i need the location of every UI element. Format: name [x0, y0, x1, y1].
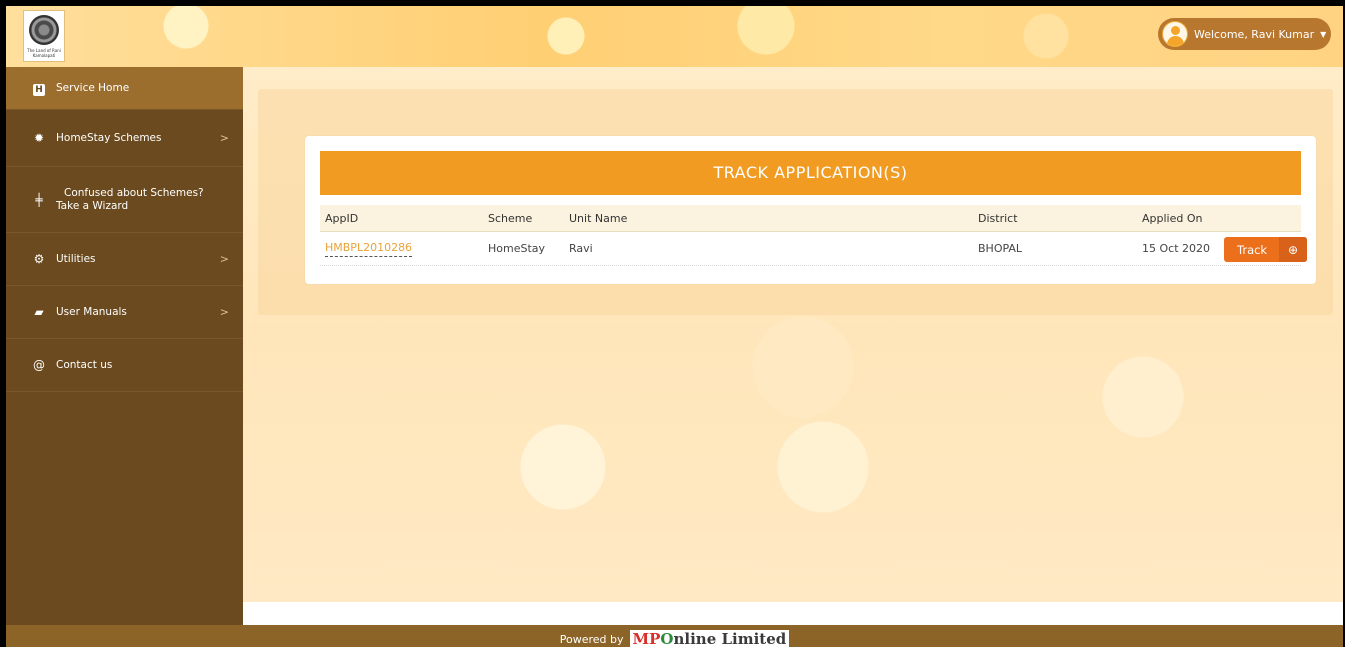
powered-by-text: Powered by — [559, 632, 624, 646]
scheme-cell: HomeStay — [488, 242, 546, 255]
at-icon: @ — [33, 358, 45, 372]
gear-icon: ✹ — [33, 131, 45, 145]
sidebar-item-label: HomeStay Schemes — [56, 132, 162, 144]
cogs-icon: ⚙ — [33, 252, 45, 266]
logo[interactable]: The Land of Rani Kamalapati — [23, 10, 65, 62]
sidebar-item-utilities[interactable]: ⚙ Utilities > — [6, 233, 243, 286]
sidebar-item-label: Contact us — [56, 359, 113, 371]
sidebar-item-service-home[interactable]: H Service Home — [6, 67, 243, 110]
table-row: HMBPL2010286 HomeStay Ravi BHOPAL 15 Oct… — [320, 232, 1307, 266]
emblem-icon — [29, 15, 59, 45]
footer: Powered by MPOnline Limited — [6, 625, 1343, 647]
user-menu-button[interactable]: Welcome, Ravi Kumar ▼ — [1158, 18, 1331, 50]
header: The Land of Rani Kamalapati Welcome, Rav… — [6, 6, 1343, 67]
track-card: TRACK APPLICATION(S) AppID Scheme Unit N… — [305, 136, 1316, 284]
sidebar-item-label: User Manuals — [56, 306, 127, 318]
caret-down-icon: ▼ — [1320, 29, 1327, 39]
sidebar-item-label: Utilities — [56, 253, 96, 265]
signpost-icon: ╪ — [35, 192, 43, 207]
column-header-district: District — [978, 211, 1018, 225]
book-icon: ▰ — [34, 305, 44, 319]
mponline-logo[interactable]: MPOnline Limited — [629, 630, 790, 647]
sidebar-item-homestay-schemes[interactable]: ✹ HomeStay Schemes > — [6, 110, 243, 167]
track-button[interactable]: Track ⊕ — [1224, 237, 1307, 262]
content-panel: TRACK APPLICATION(S) AppID Scheme Unit N… — [258, 89, 1333, 315]
district-cell: BHOPAL — [978, 242, 1023, 255]
column-header-appid: AppID — [325, 211, 359, 225]
column-header-scheme: Scheme — [488, 211, 533, 225]
appid-link[interactable]: HMBPL2010286 — [325, 241, 413, 257]
sidebar-item-wizard[interactable]: ╪ Confused about Schemes? Take a Wizard — [6, 167, 243, 233]
welcome-text: Welcome, Ravi Kumar — [1194, 27, 1315, 41]
sidebar: H Service Home ✹ HomeStay Schemes > ╪ Co… — [6, 67, 243, 625]
arrow-circle-right-icon: ⊕ — [1279, 237, 1307, 262]
unit-name-cell: Ravi — [569, 242, 593, 255]
chevron-right-icon: > — [219, 305, 229, 319]
column-header-unit-name: Unit Name — [569, 211, 628, 225]
track-button-label: Track — [1237, 242, 1268, 257]
page-title: TRACK APPLICATION(S) — [320, 151, 1301, 195]
sidebar-item-label: Service Home — [56, 82, 130, 94]
sidebar-item-label: Confused about Schemes? Take a Wizard — [56, 186, 204, 212]
sidebar-item-contact-us[interactable]: @ Contact us — [6, 339, 243, 392]
user-avatar-icon — [1162, 21, 1188, 47]
app-window: The Land of Rani Kamalapati Welcome, Rav… — [0, 0, 1345, 647]
applied-on-cell: 15 Oct 2020 — [1142, 242, 1211, 255]
main-content: TRACK APPLICATION(S) AppID Scheme Unit N… — [243, 67, 1343, 602]
column-header-applied-on: Applied On — [1142, 211, 1203, 225]
table-header: AppID Scheme Unit Name District Applied … — [320, 205, 1301, 232]
chevron-right-icon: > — [219, 252, 229, 266]
h-square-icon: H — [32, 81, 46, 96]
sidebar-item-user-manuals[interactable]: ▰ User Manuals > — [6, 286, 243, 339]
logo-text: The Land of Rani Kamalapati — [27, 48, 61, 58]
chevron-right-icon: > — [219, 131, 229, 145]
